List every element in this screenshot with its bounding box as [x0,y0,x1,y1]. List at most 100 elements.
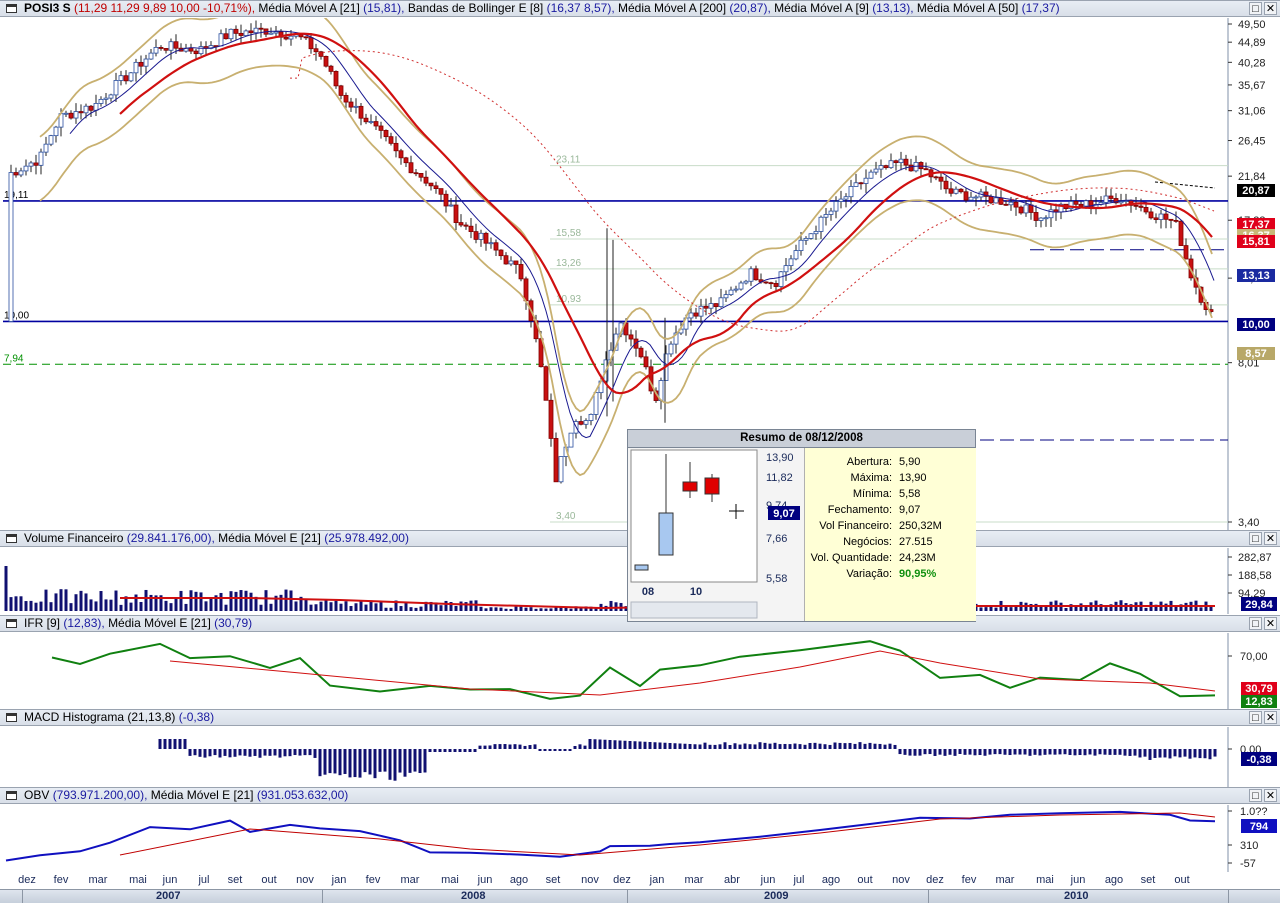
candle-body [823,214,829,218]
macd-bar [1153,749,1157,758]
tooltip-key: Mínima: [852,488,892,500]
macd-bar [543,749,547,751]
volume-bar [199,592,203,611]
volume-bar [184,603,188,611]
candle-body [218,33,224,47]
volume-bar [374,603,378,611]
volume-bar [444,600,448,611]
candle-body [8,172,14,322]
macd-bar [438,749,442,752]
candle-body [1163,213,1169,220]
macd-badge-label: -0,38 [1246,754,1271,766]
macd-chart[interactable]: 0,00-0,38 [0,727,1280,787]
candle-body [378,125,384,131]
candle-body [243,30,249,36]
macd-bar [728,744,732,749]
maximize-icon[interactable]: □ [1249,2,1262,15]
candle-body [508,260,514,265]
macd-bar [743,743,747,749]
month-label: nov [581,874,599,886]
close-icon[interactable]: ✕ [1264,711,1277,724]
macd-bar [648,742,652,749]
macd-bar [338,749,342,776]
macd-bar [223,749,227,756]
macd-bar [913,749,917,756]
month-label: jul [792,874,804,886]
year-label: 2007 [156,890,181,902]
maximize-icon[interactable]: □ [1249,617,1262,630]
volume-bar [469,600,473,611]
candle-body [373,121,379,127]
volume-bar [284,589,288,611]
macd-bar [733,743,737,749]
candle-body [113,80,119,96]
candle-body [578,421,584,425]
macd-bar [343,749,347,774]
macd-bar [528,745,532,749]
volume-bar [499,607,503,611]
candle-body [803,237,809,241]
volume-bar [139,602,143,611]
close-icon[interactable]: ✕ [1264,789,1277,802]
candle-body [768,282,774,285]
macd-bar [1083,749,1087,756]
close-icon[interactable]: ✕ [1264,532,1277,545]
candle-body [158,47,164,49]
volume-bar [519,606,523,611]
month-label: out [1174,874,1189,886]
maximize-icon[interactable]: □ [1249,711,1262,724]
maximize-icon[interactable]: □ [1249,532,1262,545]
obv-chart[interactable]: 1.0?? 310 -57 794 [0,805,1280,872]
volume-bar [509,608,513,611]
ifr-value: (12,83), [63,616,105,630]
volume-ma-value: (25.978.492,00) [324,531,409,545]
macd-bar [598,739,602,749]
candle-body [348,101,354,108]
candle-body [883,165,889,169]
candle-body [18,170,24,176]
volume-bar [489,607,493,611]
macd-bar [328,749,332,774]
macd-bar [428,749,432,752]
price-badge-label: 15,81 [1242,236,1270,248]
candle-body [403,157,409,164]
volume-bar [179,590,183,611]
macd-bar [448,749,452,752]
month-label: nov [296,874,314,886]
macd-bar [423,749,427,773]
candle-body [333,70,339,87]
ifr-ma-line [169,650,1216,696]
volume-bar [384,607,388,611]
candle-body [458,222,464,226]
candle-body [938,176,944,182]
candle-body [933,176,939,179]
candle-body [148,52,154,60]
candle-body [308,37,314,50]
mini-candle [704,477,720,495]
maximize-icon[interactable]: □ [1249,789,1262,802]
volume-bar [609,600,613,611]
ifr-chart[interactable]: 70,00 30,7912,83 [0,633,1280,709]
macd-bar [1198,749,1202,759]
month-label: jul [197,874,209,886]
candle-body [358,105,364,119]
candle-body [468,225,474,232]
candle-body [478,232,484,240]
macd-bar [433,749,437,752]
candle-body [363,117,369,123]
close-icon[interactable]: ✕ [1264,617,1277,630]
macd-bar [658,742,662,749]
candle-body [1023,204,1029,214]
candle-body [123,75,129,82]
volume-bar [339,603,343,611]
tooltip-row: Mínima: 5,58 [805,486,976,502]
candle-body [783,265,789,273]
macd-bar [353,749,357,778]
volume-value: (29.841.176,00), [126,531,215,545]
macd-bar [318,749,322,777]
candle-body [498,249,504,257]
y-tick-label: 40,28 [1238,57,1266,69]
macd-bar [798,744,802,749]
window-icon [6,713,17,722]
close-icon[interactable]: ✕ [1264,2,1277,15]
